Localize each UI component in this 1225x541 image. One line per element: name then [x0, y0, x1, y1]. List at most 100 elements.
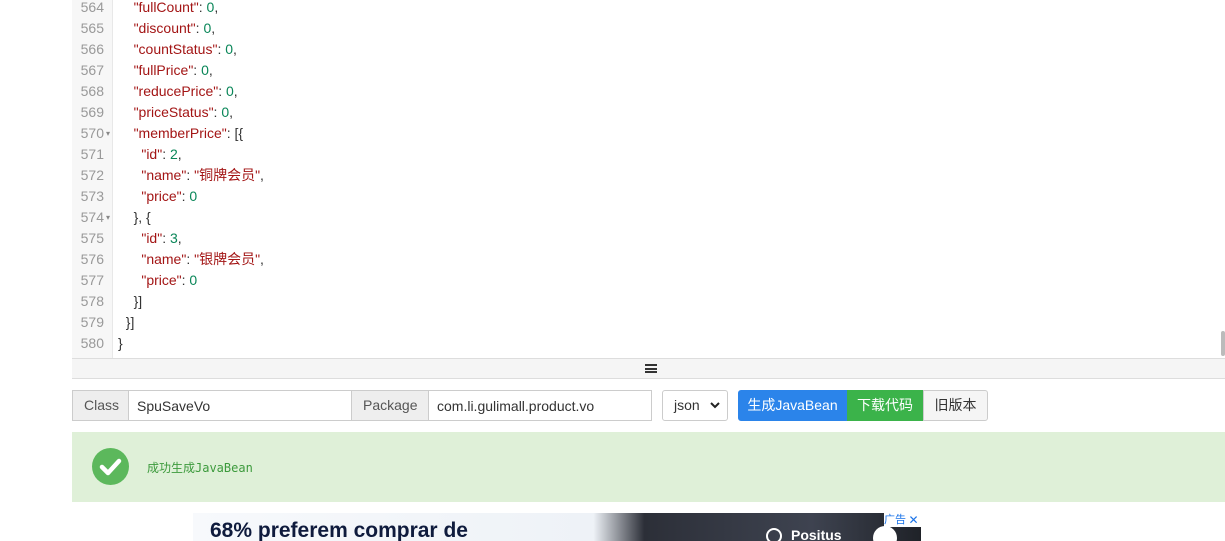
line-number: 566 [80, 41, 104, 57]
code-line[interactable]: 580} [72, 333, 1212, 354]
line-code: "reducePrice": 0, [118, 81, 238, 102]
line-number: 567 [80, 62, 104, 78]
json-value: 0 [201, 62, 209, 78]
ad-label[interactable]: 广告 [884, 513, 906, 527]
json-key: "price" [141, 188, 182, 204]
json-punctuation: }] [125, 314, 135, 330]
line-code: }, { [118, 207, 151, 228]
json-key: "name" [141, 167, 187, 183]
line-number: 564 [80, 0, 104, 15]
format-select[interactable]: json [662, 390, 728, 421]
json-separator: : [186, 167, 195, 183]
json-punctuation: }, { [133, 209, 151, 225]
close-icon[interactable]: ✕ [906, 513, 921, 527]
generate-javabean-button[interactable]: 生成JavaBean [738, 390, 847, 421]
line-number: 573 [80, 188, 104, 204]
line-number: 579 [80, 314, 104, 330]
ad-banner[interactable]: 68% preferem comprar de Positus 广告 ✕ [193, 513, 921, 541]
json-punctuation: , [233, 41, 237, 57]
code-line[interactable]: 570 ▾ "memberPrice": [{ [72, 123, 1212, 144]
json-key: "name" [141, 251, 187, 267]
json-value: 0 [189, 272, 198, 288]
code-line[interactable]: 576 "name": "银牌会员", [72, 249, 1212, 270]
json-value: 3 [169, 230, 178, 246]
code-line[interactable]: 573 "price": 0 [72, 186, 1212, 207]
code-line[interactable]: 566 "countStatus": 0, [72, 39, 1212, 60]
line-number: 576 [80, 251, 104, 267]
code-line[interactable]: 564 "fullCount": 0, [72, 0, 1212, 18]
line-code: }] [118, 312, 135, 333]
json-separator: : [162, 146, 170, 162]
success-message: 成功生成JavaBean [147, 461, 253, 475]
line-code: "id": 3, [118, 228, 181, 249]
fold-toggle-icon[interactable]: ▾ [104, 123, 112, 144]
class-label: Class [72, 390, 129, 421]
line-code: "countStatus": 0, [118, 39, 237, 60]
code-line[interactable]: 578 }] [72, 291, 1212, 312]
page-scrollbar[interactable] [1221, 331, 1225, 356]
code-line[interactable]: 569 "priceStatus": 0, [72, 102, 1212, 123]
code-line[interactable]: 577 "price": 0 [72, 270, 1212, 291]
json-key: "fullCount" [133, 0, 199, 15]
code-line[interactable]: 575 "id": 3, [72, 228, 1212, 249]
json-key: "fullPrice" [133, 62, 194, 78]
json-key: "memberPrice" [133, 125, 227, 141]
json-punctuation: , [208, 62, 213, 78]
ad-headline: 68% preferem comprar de [210, 519, 468, 541]
line-code: } [118, 333, 123, 354]
line-code: "price": 0 [118, 186, 197, 207]
line-number: 569 [80, 104, 104, 120]
json-key: "priceStatus" [133, 104, 214, 120]
package-name-input[interactable] [428, 390, 652, 421]
line-number: 572 [80, 167, 104, 183]
json-value: 2 [169, 146, 178, 162]
code-editor[interactable]: 564 "fullCount": 0, 565 "discount": 0, 566… [72, 0, 1225, 358]
code-line[interactable]: 579 }] [72, 312, 1212, 333]
download-code-button[interactable]: 下载代码 [847, 390, 923, 421]
editor-resize-handle[interactable] [72, 358, 1225, 379]
code-line[interactable]: 565 "discount": 0, [72, 18, 1212, 39]
fold-toggle-icon[interactable]: ▾ [104, 207, 112, 228]
code-line[interactable]: 574 ▾ }, { [72, 207, 1212, 228]
old-version-button[interactable]: 旧版本 [923, 390, 988, 421]
json-punctuation: , [214, 0, 219, 15]
json-value: 0 [225, 41, 234, 57]
line-code: "fullCount": 0, [118, 0, 219, 18]
phone-call-icon [873, 526, 897, 541]
success-alert: 成功生成JavaBean [72, 432, 1225, 502]
code-line[interactable]: 571 "id": 2, [72, 144, 1212, 165]
line-number: 577 [80, 272, 104, 288]
json-value: 0 [226, 83, 234, 99]
json-key: "id" [141, 230, 163, 246]
code-line[interactable]: 572 "name": "铜牌会员", [72, 165, 1212, 186]
json-punctuation: , [211, 20, 216, 36]
json-punctuation: }] [133, 293, 143, 309]
code-line[interactable]: 568 "reducePrice": 0, [72, 81, 1212, 102]
line-number: 580 [80, 335, 104, 351]
ad-brand: Positus [791, 527, 842, 541]
json-separator: : [162, 230, 170, 246]
line-number: 574 [80, 209, 104, 225]
json-punctuation: , [233, 83, 238, 99]
json-key: "price" [141, 272, 182, 288]
line-number: 570 [80, 125, 104, 141]
json-value: 0 [221, 104, 230, 120]
line-number: 578 [80, 293, 104, 309]
line-code: "name": "铜牌会员", [118, 165, 264, 186]
code-line[interactable]: 567 "fullPrice": 0, [72, 60, 1212, 81]
line-number: 568 [80, 83, 104, 99]
json-key: "countStatus" [133, 41, 218, 57]
class-name-input[interactable] [128, 390, 352, 421]
json-punctuation: , [260, 251, 264, 267]
json-punctuation: } [118, 335, 123, 351]
line-code: "discount": 0, [118, 18, 216, 39]
